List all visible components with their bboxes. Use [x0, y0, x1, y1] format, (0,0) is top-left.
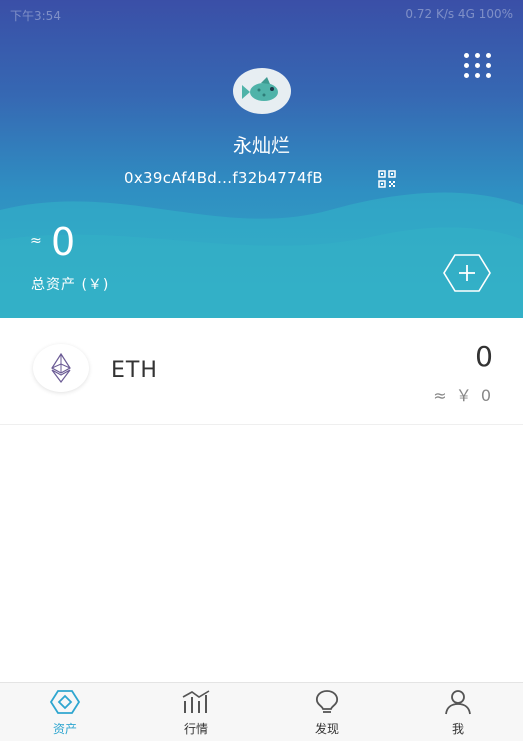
status-bar: 下午3:54 0.72 K/s 4G 100% — [0, 0, 523, 28]
tab-assets[interactable]: 资产 — [0, 683, 130, 741]
eth-logo — [33, 344, 89, 392]
chart-icon — [182, 690, 210, 713]
total-balance: 0 — [51, 220, 76, 264]
total-assets-label: 总资产 (￥) — [31, 277, 110, 293]
asset-amount: 0 — [475, 340, 493, 373]
tab-me[interactable]: 我 — [393, 683, 523, 741]
add-asset-icon[interactable] — [442, 253, 492, 293]
approx-sign: ≈ — [30, 233, 42, 249]
wallet-header: 下午3:54 0.72 K/s 4G 100% 永灿烂 0x39cAf4Bd..… — [0, 0, 523, 318]
asset-row-eth[interactable]: ETH 0 ≈ ￥ 0 — [0, 318, 523, 425]
asset-symbol: ETH — [111, 358, 158, 383]
bottom-tab-bar: 资产 行情 发现 我 — [0, 682, 523, 741]
status-bar-left: 下午3:54 — [10, 9, 61, 23]
qr-code-icon[interactable] — [378, 170, 396, 188]
tab-discover-label: 发现 — [314, 722, 339, 736]
header-wave-decoration — [0, 192, 523, 318]
tab-market[interactable]: 行情 — [131, 683, 261, 741]
app-grid-menu-icon[interactable] — [462, 53, 494, 79]
wallet-address[interactable]: 0x39cAf4Bd...f32b4774fB — [124, 169, 323, 187]
tab-me-label: 我 — [451, 722, 464, 736]
wallet-icon — [49, 690, 81, 714]
fish-avatar-icon — [242, 77, 278, 101]
user-icon — [445, 690, 471, 715]
tab-assets-label: 资产 — [52, 722, 77, 736]
tab-market-label: 行情 — [183, 722, 208, 736]
user-name: 永灿烂 — [232, 135, 290, 157]
ethereum-icon — [51, 353, 71, 383]
status-bar-right: 0.72 K/s 4G 100% — [405, 7, 513, 21]
lightbulb-icon — [315, 690, 339, 713]
avatar[interactable] — [233, 68, 291, 114]
asset-cny-value: ≈ ￥ 0 — [433, 386, 493, 405]
tab-discover[interactable]: 发现 — [262, 683, 392, 741]
